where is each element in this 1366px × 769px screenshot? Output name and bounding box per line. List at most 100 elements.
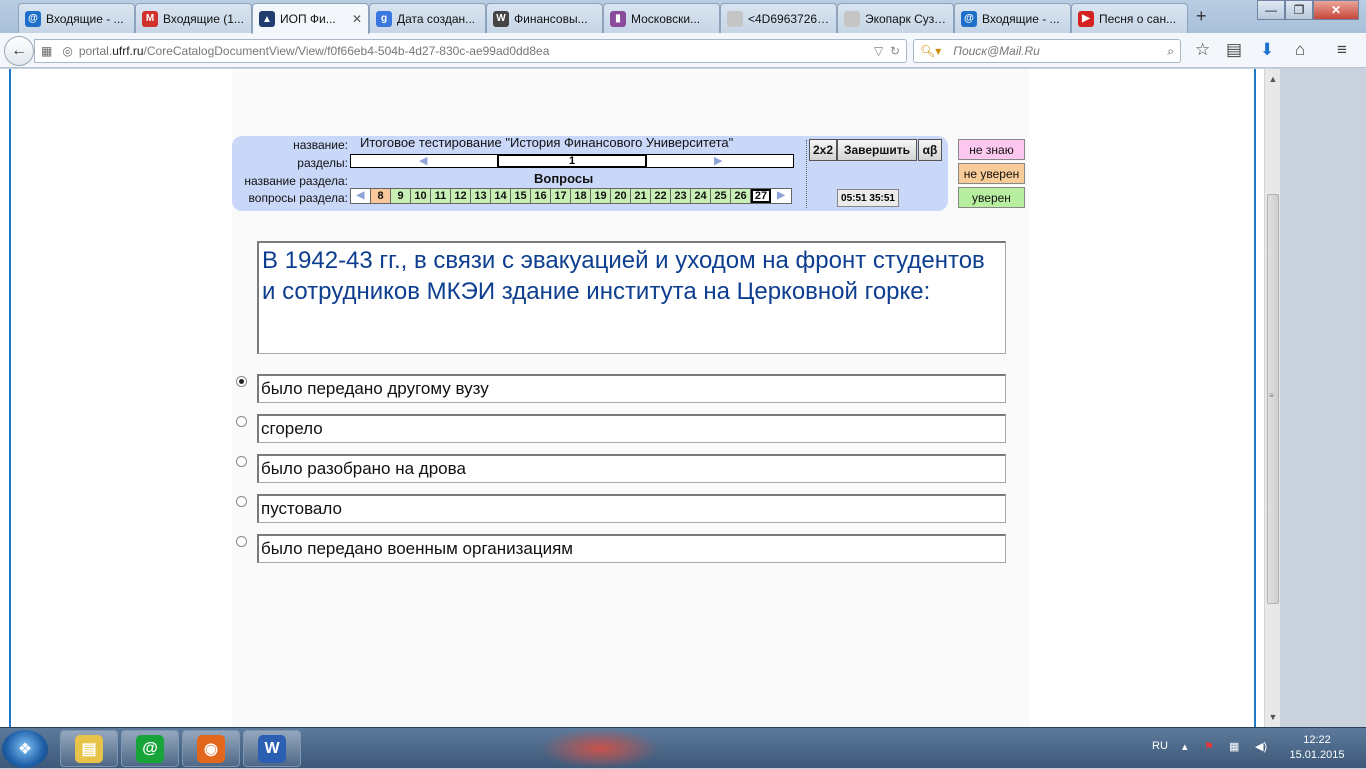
answer-radio-3[interactable] bbox=[236, 456, 247, 467]
tab-label: Московски... bbox=[631, 11, 701, 26]
sure-button[interactable]: уверен bbox=[958, 187, 1025, 208]
question-number-cell[interactable]: 27 bbox=[751, 189, 771, 203]
tab-label: <4D6963726F736... bbox=[748, 11, 830, 26]
page-right-margin bbox=[1256, 69, 1264, 727]
browser-tab[interactable]: ▶ Песня о сан... bbox=[1071, 3, 1188, 33]
browser-tab[interactable]: @ Входящие - ... bbox=[954, 3, 1071, 33]
mailru-at-icon: @ bbox=[25, 10, 41, 27]
home-icon[interactable]: ⌂ bbox=[1295, 40, 1305, 60]
close-window-button[interactable]: ✕ bbox=[1313, 0, 1359, 20]
question-number-cell[interactable]: 8 bbox=[371, 189, 391, 203]
answer-option-5[interactable]: было передано военным организациям bbox=[257, 534, 1006, 563]
layout-2x2-button[interactable]: 2x2 bbox=[809, 139, 837, 161]
label-section-name: название раздела: bbox=[244, 174, 348, 188]
question-number-cell[interactable]: 9 bbox=[391, 189, 411, 203]
close-tab-icon[interactable]: ✕ bbox=[352, 12, 362, 26]
browser-tab[interactable]: g Дата создан... bbox=[369, 3, 486, 33]
question-number-cell[interactable]: 10 bbox=[411, 189, 431, 203]
question-number-cell[interactable]: 18 bbox=[571, 189, 591, 203]
question-number-cell[interactable]: 15 bbox=[511, 189, 531, 203]
clock-date: 15.01.2015 bbox=[1289, 749, 1345, 761]
vertical-scrollbar[interactable]: ▲ ≡ ▼ bbox=[1264, 69, 1280, 727]
taskbar-app-button[interactable]: ◉ bbox=[182, 730, 240, 767]
reading-list-icon[interactable]: ▤ bbox=[1226, 40, 1242, 60]
finish-button[interactable]: Завершить bbox=[837, 139, 917, 161]
action-center-icon[interactable]: ⚑ bbox=[1204, 740, 1214, 753]
search-icon[interactable]: ⌕ bbox=[1167, 44, 1174, 59]
dropdown-arrow-icon[interactable]: ▽ bbox=[874, 44, 883, 58]
back-button[interactable]: ← bbox=[4, 36, 34, 66]
answer-option-1[interactable]: было передано другому вузу bbox=[257, 374, 1006, 403]
current-section[interactable]: 1 bbox=[497, 154, 647, 168]
reload-icon[interactable]: ↻ bbox=[890, 44, 900, 58]
question-number-cell[interactable]: 14 bbox=[491, 189, 511, 203]
gmail-icon: M bbox=[142, 10, 158, 27]
question-number-cell[interactable]: 17 bbox=[551, 189, 571, 203]
download-icon[interactable]: ⬇ bbox=[1260, 40, 1274, 60]
question-number-cell[interactable]: 22 bbox=[651, 189, 671, 203]
question-number-cell[interactable]: 23 bbox=[671, 189, 691, 203]
next-section-icon[interactable]: ▶ bbox=[714, 155, 722, 167]
tab-label: Песня о сан... bbox=[1099, 11, 1177, 26]
taskbar-app-button[interactable]: ▤ bbox=[60, 730, 118, 767]
scroll-up-icon[interactable]: ▲ bbox=[1265, 71, 1281, 87]
browser-tab[interactable]: @ Входящие - ... bbox=[18, 3, 135, 33]
prev-questions-icon[interactable]: ◀ bbox=[351, 189, 371, 203]
panel-divider bbox=[806, 140, 807, 208]
maximize-button[interactable]: ❐ bbox=[1285, 0, 1313, 20]
question-number-cell[interactable]: 16 bbox=[531, 189, 551, 203]
question-number-cell[interactable]: 26 bbox=[731, 189, 751, 203]
question-number-cell[interactable]: 20 bbox=[611, 189, 631, 203]
browser-tab[interactable]: W Финансовы... bbox=[486, 3, 603, 33]
network-icon[interactable]: ▦ bbox=[1229, 740, 1239, 753]
answer-option-2[interactable]: сгорело bbox=[257, 414, 1006, 443]
browser-tab[interactable]: Экопарк Суздал... bbox=[837, 3, 954, 33]
search-engine-icon[interactable]: 🔍︎▾ bbox=[920, 44, 941, 58]
label-sections: разделы: bbox=[297, 156, 348, 170]
label-section-questions: вопросы раздела: bbox=[248, 191, 348, 205]
dont-know-button[interactable]: не знаю bbox=[958, 139, 1025, 160]
answer-radio-5[interactable] bbox=[236, 536, 247, 547]
answer-radio-2[interactable] bbox=[236, 416, 247, 427]
browser-tab[interactable]: ▮ Московски... bbox=[603, 3, 720, 33]
question-number-cell[interactable]: 25 bbox=[711, 189, 731, 203]
scroll-grip-icon: ≡ bbox=[1269, 391, 1274, 400]
new-tab-button[interactable]: + bbox=[1196, 6, 1207, 27]
browser-tab[interactable]: <4D6963726F736... bbox=[720, 3, 837, 33]
start-button[interactable]: ❖ bbox=[2, 730, 48, 768]
question-number-cell[interactable]: 12 bbox=[451, 189, 471, 203]
answer-radio-1[interactable] bbox=[236, 376, 247, 387]
language-indicator[interactable]: RU bbox=[1152, 740, 1168, 752]
tab-label: Входящие - ... bbox=[46, 11, 124, 26]
page-left-border bbox=[9, 69, 11, 727]
scroll-down-icon[interactable]: ▼ bbox=[1265, 709, 1281, 725]
question-number-cell[interactable]: 24 bbox=[691, 189, 711, 203]
minimize-button[interactable]: — bbox=[1257, 0, 1285, 20]
question-number-cell[interactable]: 19 bbox=[591, 189, 611, 203]
question-number-cell[interactable]: 11 bbox=[431, 189, 451, 203]
bookmark-star-icon[interactable]: ☆ bbox=[1195, 40, 1210, 60]
menu-icon[interactable]: ≡ bbox=[1337, 40, 1347, 60]
next-questions-icon[interactable]: ▶ bbox=[771, 189, 791, 203]
show-hidden-icons-icon[interactable]: ▴ bbox=[1182, 740, 1188, 753]
alphabet-button[interactable]: αβ bbox=[918, 139, 942, 161]
answer-option-4[interactable]: пустовало bbox=[257, 494, 1006, 523]
youtube-icon: ▶ bbox=[1078, 10, 1094, 27]
timer: 05:51 35:51 bbox=[837, 189, 899, 207]
prev-section-icon[interactable]: ◀ bbox=[419, 155, 427, 167]
question-number-cell[interactable]: 21 bbox=[631, 189, 651, 203]
address-bar[interactable]: ▦ ◎ portal.ufrf.ru/CoreCatalogDocumentVi… bbox=[34, 39, 907, 63]
search-bar[interactable]: 🔍︎▾ Поиск@Mail.Ru ⌕ bbox=[913, 39, 1181, 63]
browser-tab[interactable]: M Входящие (1... bbox=[135, 3, 252, 33]
browser-tab[interactable]: ▲ ИОП Фи... ✕ bbox=[252, 3, 369, 34]
taskbar-app-button[interactable]: W bbox=[243, 730, 301, 767]
answer-option-3[interactable]: было разобрано на дрова bbox=[257, 454, 1006, 483]
answer-radio-4[interactable] bbox=[236, 496, 247, 507]
taskbar-app-button[interactable]: @ bbox=[121, 730, 179, 767]
not-sure-button[interactable]: не уверен bbox=[958, 163, 1025, 184]
question-number-cell[interactable]: 13 bbox=[471, 189, 491, 203]
volume-icon[interactable]: ◀) bbox=[1255, 740, 1267, 753]
section-selector[interactable]: ◀ 1 ▶ bbox=[350, 154, 794, 168]
url-controls: ▽ ↻ bbox=[874, 44, 900, 58]
system-clock[interactable]: 12:22 15.01.2015 bbox=[1286, 733, 1348, 763]
